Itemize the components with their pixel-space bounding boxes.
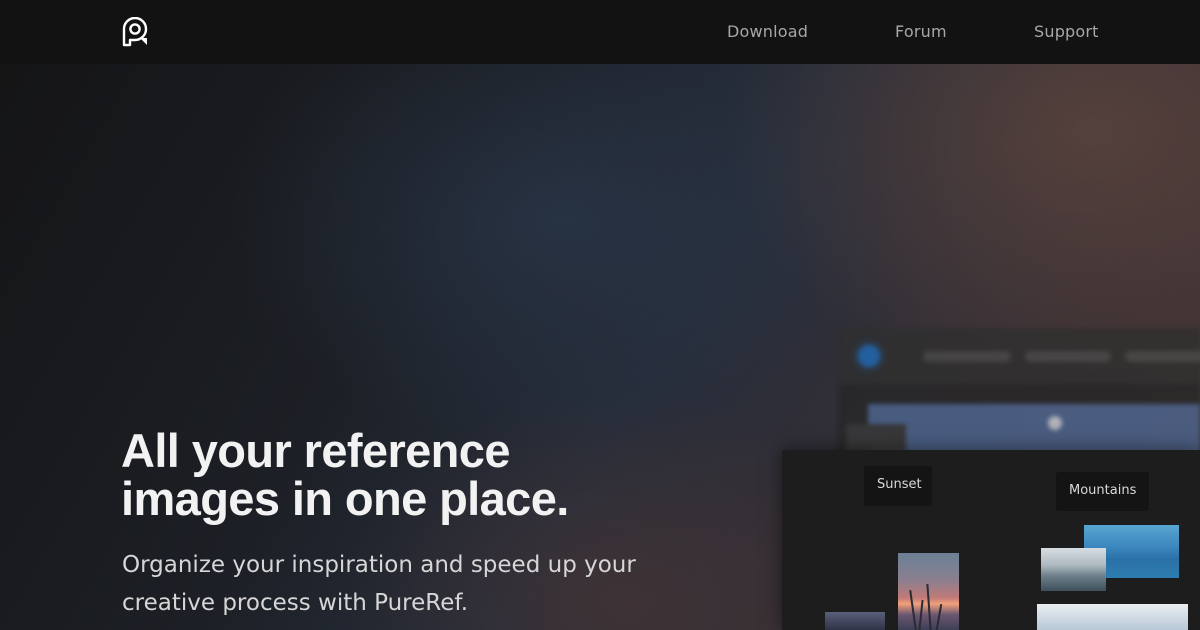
nav-forum-link[interactable]: Forum [895,22,947,42]
sunset-reference-image [898,553,959,630]
toolbar-placeholder [1125,351,1200,362]
hero-headline: All your reference images in one place. [121,427,681,523]
nav-support-link[interactable]: Support [1034,22,1099,42]
mountain-reference-image [1037,604,1188,630]
nav-download-link[interactable]: Download [727,22,808,42]
hero-subtitle-line-2: creative process with PureRef. [122,590,469,616]
app-logo-icon [858,345,880,367]
mountain-reference-image [1041,548,1106,591]
sunset-reference-image [825,612,885,630]
group-label-sunset: Sunset [864,466,932,506]
app-window-sidebar [846,424,906,452]
group-label-mountains: Mountains [1056,472,1149,511]
toolbar-placeholder [1025,351,1111,362]
hero-subtitle: Organize your inspiration and speed up y… [122,546,682,622]
top-navigation-bar: Download Forum Support [0,0,1200,64]
hero-subtitle-line-1: Organize your inspiration and speed up y… [122,552,636,578]
hero-headline-line-1: All your reference [121,424,510,477]
toolbar-placeholder [923,351,1011,362]
hero-headline-line-2: images in one place. [121,472,569,525]
pureref-logo-icon[interactable] [121,16,149,47]
reference-canvas-preview: Sunset Mountains [782,450,1200,630]
canvas-marker-icon [1048,416,1062,430]
